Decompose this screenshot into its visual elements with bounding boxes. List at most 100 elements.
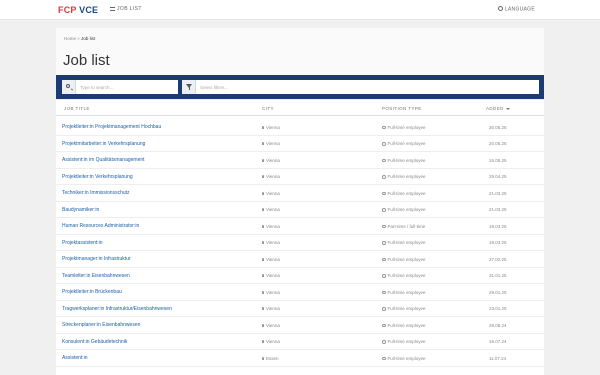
job-type: Full-time employee (382, 240, 426, 245)
top-navbar: FCP VCE JOB LIST LANGUAGE (0, 0, 600, 20)
job-title-link[interactable]: Konsulent:in Gebäudetechnik (62, 339, 127, 345)
job-title-link[interactable]: Projektassistent:in (62, 240, 103, 246)
header-job-title[interactable]: JOB TITLE (64, 106, 90, 111)
clock-icon (382, 323, 386, 327)
job-title-link[interactable]: Assistent:in (62, 355, 88, 361)
location-pin-icon (262, 274, 264, 277)
search-icon-box (62, 80, 76, 94)
table-row[interactable]: Projektassistent:in Vienna Full-time emplo… (56, 235, 544, 251)
location-pin-icon (262, 224, 264, 228)
job-title-link[interactable]: Projektleiter:in Verkehrsplanung (62, 174, 133, 180)
location-pin-icon (262, 257, 264, 261)
location-pin-icon (262, 241, 264, 244)
job-added-date: 16.07.24 (489, 339, 507, 344)
location-pin-icon (262, 307, 264, 310)
job-added-date: 21.03.25 (489, 207, 507, 212)
job-type-label: Full-time employee (387, 207, 426, 212)
clock-icon (382, 290, 386, 294)
location-pin-icon (262, 191, 264, 195)
table-row[interactable]: Konsulent:in Gebäudetechnik Vienna Full-ti… (56, 334, 544, 350)
nav-job-list[interactable]: JOB LIST (110, 6, 142, 12)
sort-desc-icon (505, 107, 510, 110)
job-type: Full-time employee (382, 257, 426, 262)
clock-icon (382, 191, 386, 195)
table-row[interactable]: Techniker:in Immissionsschutz Vienna Full-… (56, 185, 544, 202)
filter-input[interactable] (200, 80, 535, 94)
table-row[interactable]: Baudynamiker:in Vienna Full-time employee 2… (56, 202, 544, 218)
table-row[interactable]: Projektmitarbeiter:in Verkehrsplanung Vie… (56, 136, 544, 152)
table-row[interactable]: Assistent:in Essen Full-time employee 11.07… (56, 350, 544, 367)
location-pin-icon (262, 290, 264, 294)
job-title-link[interactable]: Projektleiter:in Brückenbau (62, 289, 122, 295)
job-city: Vienna (262, 191, 280, 196)
header-added[interactable]: ADDED (486, 106, 510, 111)
clock-icon (382, 208, 386, 212)
search-box (62, 80, 178, 94)
table-row[interactable]: Projektleiter:in Brückenbau Vienna Full-ti… (56, 284, 544, 301)
table-row[interactable]: Projektleiter:in Projektmanagement Hochb… (56, 119, 544, 136)
job-city: Vienna (262, 273, 280, 278)
logo-vce: VCE (79, 5, 99, 15)
language-menu[interactable]: LANGUAGE (497, 6, 535, 13)
table-row[interactable]: Projektleiter:in Verkehrsplanung Vienna Fu… (56, 169, 544, 185)
page-title: Job list (63, 52, 110, 69)
language-label: LANGUAGE (504, 6, 535, 13)
search-icon (66, 84, 70, 88)
job-type: Full-time employee (382, 158, 426, 163)
job-type-label: Full-time employee (387, 273, 426, 278)
job-city: Vienna (262, 290, 280, 295)
table-header: JOB TITLE CITY POSITION TYPE ADDED (56, 102, 544, 116)
job-type: Part-time / full-time (382, 224, 425, 229)
job-type: Full-time employee (382, 290, 426, 295)
header-city[interactable]: CITY (262, 106, 274, 111)
job-city-label: Vienna (266, 240, 280, 245)
job-type: Full-time employee (382, 339, 426, 344)
job-city-label: Vienna (266, 273, 280, 278)
job-title-link[interactable]: Projektmitarbeiter:in Verkehrsplanung (62, 141, 145, 147)
job-type-label: Full-time employee (387, 355, 426, 361)
table-row[interactable]: Human Resources Administrator:in Vienna Pa… (56, 218, 544, 235)
job-added-date: 29.01.25 (489, 289, 507, 295)
job-title-link[interactable]: Projektmanager:in Infrastruktur (62, 256, 131, 262)
clock-icon (382, 257, 386, 261)
clock-icon (382, 356, 386, 360)
job-city-label: Vienna (266, 174, 280, 179)
job-title-link[interactable]: Human Resources Administrator:in (62, 223, 139, 229)
table-row[interactable]: Streckenplaner:in Eisenbahnwesen Vienna Fu… (56, 317, 544, 334)
job-city: Essen (262, 356, 279, 361)
job-title-link[interactable]: Teamleiter:in Eisenbahnwesen (62, 273, 130, 279)
location-pin-icon (262, 208, 264, 211)
job-title-link[interactable]: Tragwerksplaner:in Infrastruktur/Eisenba… (62, 306, 172, 312)
clock-icon (382, 274, 386, 278)
job-city-label: Vienna (266, 322, 280, 328)
table-row[interactable]: Assistent:in im Qualitätsmanagement Vienn… (56, 152, 544, 169)
table-row[interactable]: Teamleiter:in Eisenbahnwesen Vienna Full-t… (56, 268, 544, 284)
job-title-link[interactable]: Assistent:in im Qualitätsmanagement (62, 157, 145, 163)
search-input[interactable] (80, 80, 176, 94)
table-row[interactable]: Projektmanager:in Infrastruktur Vienna Ful… (56, 251, 544, 268)
job-city: Vienna (262, 158, 280, 163)
job-table-body: Projektleiter:in Projektmanagement Hochb… (56, 119, 544, 367)
location-pin-icon (262, 340, 264, 343)
globe-icon (497, 6, 503, 11)
job-title-link[interactable]: Streckenplaner:in Eisenbahnwesen (62, 322, 140, 328)
job-title-link[interactable]: Baudynamiker:in (62, 207, 99, 213)
job-added-date: 27.02.25 (489, 256, 507, 262)
location-pin-icon (262, 323, 264, 327)
job-city: Vienna (262, 207, 280, 212)
job-type-label: Full-time employee (387, 174, 426, 179)
job-type-label: Part-time / full-time (387, 223, 426, 229)
job-city-label: Vienna (266, 157, 280, 163)
job-type-label: Full-time employee (387, 157, 426, 163)
job-title-link[interactable]: Projektleiter:in Projektmanagement Hochb… (62, 124, 161, 130)
job-city-label: Essen (266, 355, 279, 361)
breadcrumb-home[interactable]: Home (64, 36, 76, 41)
job-added-date: 20.05.25 (489, 141, 507, 146)
brand-logo[interactable]: FCP VCE (58, 5, 98, 15)
job-city-label: Vienna (266, 124, 280, 130)
table-row[interactable]: Tragwerksplaner:in Infrastruktur/Eisenba… (56, 301, 544, 317)
location-pin-icon (262, 356, 264, 360)
job-title-link[interactable]: Techniker:in Immissionsschutz (62, 190, 130, 196)
header-position-type[interactable]: POSITION TYPE (382, 106, 422, 111)
job-type: Full-time employee (382, 306, 426, 311)
